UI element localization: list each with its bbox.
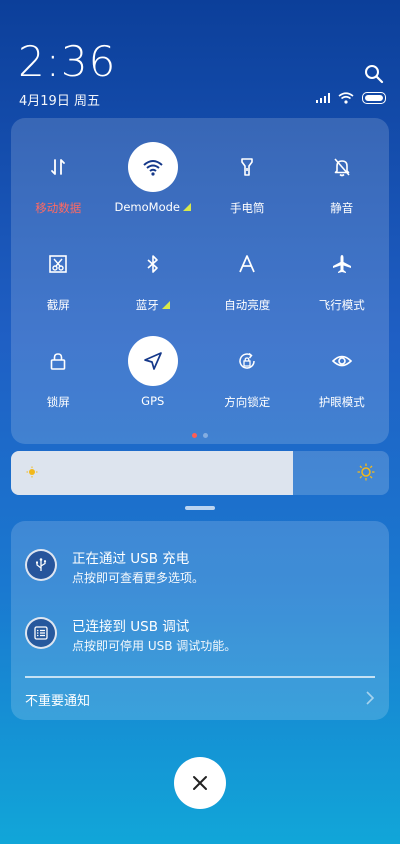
page-dot[interactable] — [203, 433, 208, 438]
tile-mobile-data[interactable]: 移动数据 — [11, 142, 106, 239]
tile-airplane[interactable]: 飞行模式 — [295, 239, 390, 336]
tile-label: 移动数据 — [35, 201, 82, 215]
tile-eye-care[interactable]: 护眼模式 — [295, 336, 390, 433]
brightness-fill — [11, 451, 293, 495]
unimportant-notifications-link[interactable]: 不重要通知 — [25, 690, 90, 709]
close-icon — [193, 776, 207, 790]
tile-label: 锁屏 — [46, 395, 70, 409]
wifi-icon — [127, 142, 178, 192]
brightness-low-icon — [26, 466, 38, 478]
notification-usb-charging[interactable]: 正在通过 USB 充电 点按即可查看更多选项。 — [25, 549, 375, 585]
usb-icon — [25, 549, 57, 581]
tile-flashlight[interactable]: 手电筒 — [200, 142, 295, 239]
notification-panel: 正在通过 USB 充电 点按即可查看更多选项。 已连接到 USB 调试 点按即可… — [11, 521, 389, 720]
eye-icon — [317, 336, 367, 386]
brightness-slider[interactable] — [11, 451, 389, 495]
quick-settings-panel: 移动数据 DemoMode 手电筒 静音 截屏 蓝牙 自动亮度 飞行模式 锁屏 … — [11, 118, 389, 444]
bluetooth-icon — [128, 239, 178, 289]
tile-label: 护眼模式 — [318, 395, 365, 409]
quick-settings-grid: 移动数据 DemoMode 手电筒 静音 截屏 蓝牙 自动亮度 飞行模式 锁屏 … — [11, 142, 389, 433]
divider — [25, 676, 375, 678]
brightness-high-icon — [357, 463, 375, 481]
signal-triangle-icon — [183, 203, 191, 211]
signal-triangle-icon — [161, 301, 170, 309]
auto-brightness-icon — [222, 239, 272, 289]
mute-bell-icon — [317, 142, 367, 192]
clock-time: 2:36 — [18, 37, 117, 86]
drag-handle[interactable] — [185, 506, 215, 510]
tile-auto-brightness[interactable]: 自动亮度 — [200, 239, 295, 336]
clock-date: 4月19日 周五 — [19, 94, 100, 109]
tile-label: 蓝牙 — [136, 297, 170, 313]
mobile-data-icon — [33, 142, 83, 192]
rotation-lock-icon — [222, 336, 272, 386]
tile-label: DemoMode — [114, 200, 191, 214]
tile-rotation-lock[interactable]: 方向锁定 — [200, 336, 295, 433]
cell-signal-icon — [316, 93, 330, 103]
page-indicator — [11, 433, 389, 438]
tile-lock-screen[interactable]: 锁屏 — [11, 336, 106, 433]
tile-label: GPS — [141, 394, 165, 408]
tile-gps[interactable]: GPS — [106, 336, 201, 433]
notification-title: 正在通过 USB 充电 — [72, 551, 190, 567]
system-status-icons — [316, 92, 386, 104]
tile-screenshot[interactable]: 截屏 — [11, 239, 106, 336]
lock-icon — [33, 336, 83, 386]
flashlight-icon — [222, 142, 272, 192]
location-arrow-icon — [127, 336, 178, 386]
tile-label: 方向锁定 — [224, 395, 271, 409]
battery-icon — [362, 92, 386, 104]
debug-list-icon — [25, 617, 57, 649]
tile-bluetooth[interactable]: 蓝牙 — [106, 239, 201, 336]
notification-subtitle: 点按即可停用 USB 调试功能。 — [72, 639, 237, 653]
tile-label: 静音 — [330, 201, 354, 215]
wifi-status-icon — [338, 92, 354, 104]
tile-label: 飞行模式 — [318, 298, 365, 312]
page-dot-active[interactable] — [192, 433, 197, 438]
notification-subtitle: 点按即可查看更多选项。 — [72, 571, 205, 585]
tile-label: 截屏 — [46, 298, 70, 312]
tile-label: 手电筒 — [230, 201, 265, 215]
tile-mute[interactable]: 静音 — [295, 142, 390, 239]
clear-all-button[interactable] — [174, 757, 226, 809]
tile-wifi[interactable]: DemoMode — [106, 142, 201, 239]
airplane-icon — [317, 239, 367, 289]
notification-usb-debugging[interactable]: 已连接到 USB 调试 点按即可停用 USB 调试功能。 — [25, 617, 375, 653]
chevron-right-icon[interactable] — [365, 691, 375, 705]
screenshot-icon — [33, 239, 83, 289]
tile-label: 自动亮度 — [224, 298, 271, 312]
notification-title: 已连接到 USB 调试 — [72, 619, 190, 635]
search-icon[interactable] — [364, 64, 384, 84]
